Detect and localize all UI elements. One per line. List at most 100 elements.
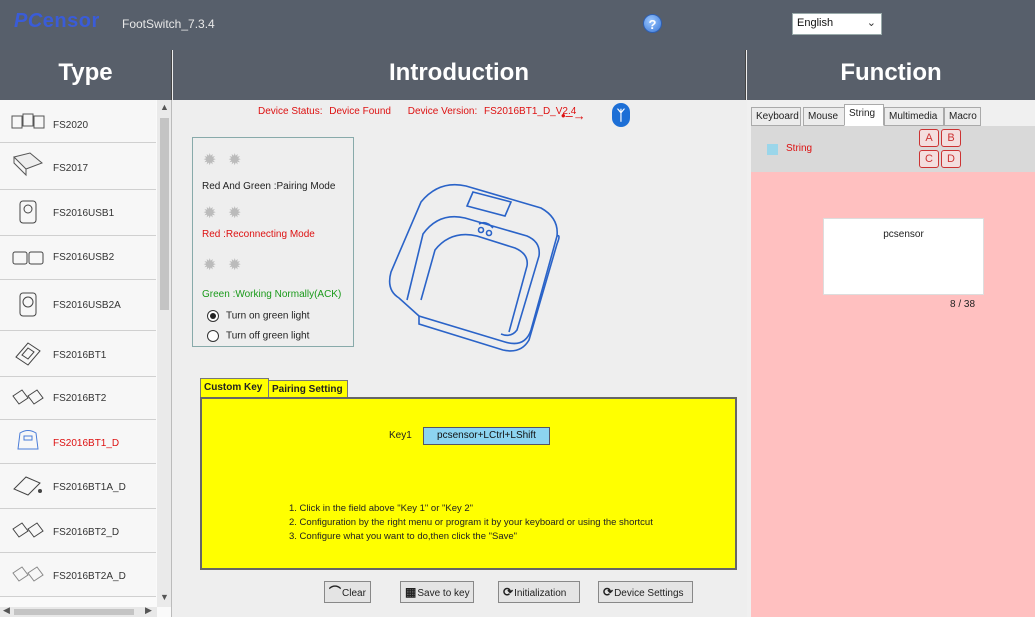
initialization-label: Initialization [514,588,567,599]
device-name: FS2020 [53,120,89,131]
initialization-button[interactable]: ⟳Initialization [498,581,580,603]
device-name: FS2016BT1_D [53,438,120,449]
title-bar: PCensor FootSwitch_7.3.4 ? English ⌄ [0,0,1035,50]
device-item-fs2016bt2a-d[interactable]: FS2016BT2A_D [0,553,156,597]
reconnecting-mode-label: Red :Reconnecting Mode [202,229,315,240]
introduction-header: Introduction [173,50,746,100]
character-count: 8 / 38 [950,299,976,310]
turn-on-green-label: Turn on green light [226,310,310,322]
save-icon: ▦ [405,585,417,599]
slot-a-button[interactable]: A [919,129,939,147]
language-select[interactable]: English ⌄ [792,13,882,35]
tab-pairing-setting[interactable]: Pairing Setting [268,380,348,397]
fs2016bt1-thumbnail-icon [15,342,41,366]
device-list: FS2020 FS2017 FS2016USB1 FS2016USB2 FS20… [0,100,172,617]
save-to-key-button[interactable]: ▦Save to key [400,581,474,603]
pairing-mode-label: Red And Green :Pairing Mode [202,181,336,192]
fs2016usb2-thumbnail-icon [12,251,44,265]
device-item-fs2016bt2[interactable]: FS2016BT2 [0,377,156,420]
device-item-fs2016usb1[interactable]: FS2016USB1 [0,190,156,236]
led-icon: ✹ [203,205,217,222]
working-normally-label: Green :Working Normally(ACK) [202,289,342,300]
tab-keyboard[interactable]: Keyboard [751,107,801,126]
scrollbar-thumb[interactable] [160,118,169,310]
device-list-vertical-scrollbar[interactable]: ▲ ▼ [157,100,171,607]
device-settings-button[interactable]: ⟳Device Settings [598,581,693,603]
key1-field[interactable]: pcsensor+LCtrl+LShift [423,427,550,445]
string-checkbox[interactable] [767,144,778,155]
instruction-line: 3. Configure what you want to do,then cl… [289,531,518,542]
tab-multimedia[interactable]: Multimedia [884,107,944,126]
clear-label: Clear [342,588,366,599]
slot-d-button[interactable]: D [941,150,961,168]
led-pair-reconnecting: ✹ ✹ [203,205,253,223]
device-item-fs2020[interactable]: FS2020 [0,100,156,143]
device-item-fs2016usb2[interactable]: FS2016USB2 [0,236,156,280]
fs2016usb2a-thumbnail-icon [19,292,37,317]
function-panel: Keyboard Mouse String Multimedia Macro S… [747,100,1035,617]
device-status-label: Device Status: [258,106,323,117]
device-item-fs2017[interactable]: FS2017 [0,143,156,190]
string-editor-area: pcsensor 8 / 38 [751,172,1035,617]
help-icon[interactable]: ? [643,14,662,33]
device-list-horizontal-scrollbar[interactable]: ◀ ▶ [0,605,157,617]
turn-off-green-label: Turn off green light [226,330,310,342]
scrollbar-thumb[interactable] [14,609,134,615]
slot-c-button[interactable]: C [919,150,939,168]
chevron-down-icon: ⌄ [866,17,876,29]
function-header: Function [747,50,1035,100]
instructions: 1. Click in the field above "Key 1" or "… [289,502,653,544]
clear-button[interactable]: ⌒Clear [324,581,371,603]
tab-string[interactable]: String [844,104,884,126]
string-toolbar: String A B C D [751,126,1035,172]
led-icon: ✹ [203,257,217,274]
string-input[interactable]: pcsensor [823,218,984,295]
device-settings-label: Device Settings [614,588,684,599]
introduction-panel: Device Status: Device Found Device Versi… [173,100,746,617]
device-item-fs2016bt1-d[interactable]: FS2016BT1_D [0,420,156,464]
device-name: FS2016BT2_D [53,527,120,538]
scroll-right-icon[interactable]: ▶ [145,605,152,616]
led-icon: ✹ [228,152,242,169]
tab-mouse[interactable]: Mouse [803,107,845,126]
led-pair-pairing: ✹ ✹ [203,152,253,170]
device-item-fs2016bt2-d[interactable]: FS2016BT2_D [0,509,156,553]
device-status-line: Device Status: Device Found Device Versi… [258,106,590,117]
fs2016bt2-d-thumbnail-icon [12,522,44,538]
device-item-fs2016usb2a[interactable]: FS2016USB2A [0,280,156,331]
scroll-left-icon[interactable]: ◀ [3,605,10,616]
led-icon: ✹ [228,257,242,274]
tab-custom-key[interactable]: Custom Key [200,378,269,397]
tab-macro[interactable]: Macro [944,107,981,126]
device-status-value: Device Found [329,106,391,117]
app-title: FootSwitch_7.3.4 [122,17,215,31]
instruction-line: 1. Click in the field above "Key 1" or "… [289,503,474,514]
scroll-down-icon[interactable]: ▼ [160,592,169,602]
clear-icon: ⌒ [329,585,342,599]
turn-on-green-radio[interactable]: Turn on green light [207,310,310,322]
device-name: FS2016BT1A_D [53,482,126,493]
device-name: FS2016USB1 [53,208,115,219]
device-name: FS2016BT1 [53,350,107,361]
slot-b-button[interactable]: B [941,129,961,147]
custom-key-panel: Key1 pcsensor+LCtrl+LShift 1. Click in t… [200,397,737,570]
fs2017-thumbnail-icon [13,152,43,177]
device-item-fs2016bt1[interactable]: FS2016BT1 [0,331,156,377]
turn-off-green-radio[interactable]: Turn off green light [207,330,309,342]
fs2016bt2-thumbnail-icon [12,389,44,405]
initialization-icon: ⟳ [503,585,514,599]
scroll-up-icon[interactable]: ▲ [160,102,169,112]
led-icon: ✹ [203,152,217,169]
radio-selected-icon[interactable] [207,310,219,322]
type-header: Type [0,50,172,100]
save-to-key-label: Save to key [417,588,470,599]
string-label: String [786,143,813,154]
radio-unselected-icon[interactable] [207,330,219,342]
fs2016bt1-d-thumbnail-icon [17,430,39,450]
footswitch-illustration [388,183,560,352]
device-item-fs2016bt1a-d[interactable]: FS2016BT1A_D [0,464,156,509]
device-name: FS2016BT2A_D [53,571,126,582]
pcsensor-logo: PCensor [14,10,100,32]
device-name: FS2017 [53,163,89,174]
device-name: FS2016USB2 [53,252,115,263]
